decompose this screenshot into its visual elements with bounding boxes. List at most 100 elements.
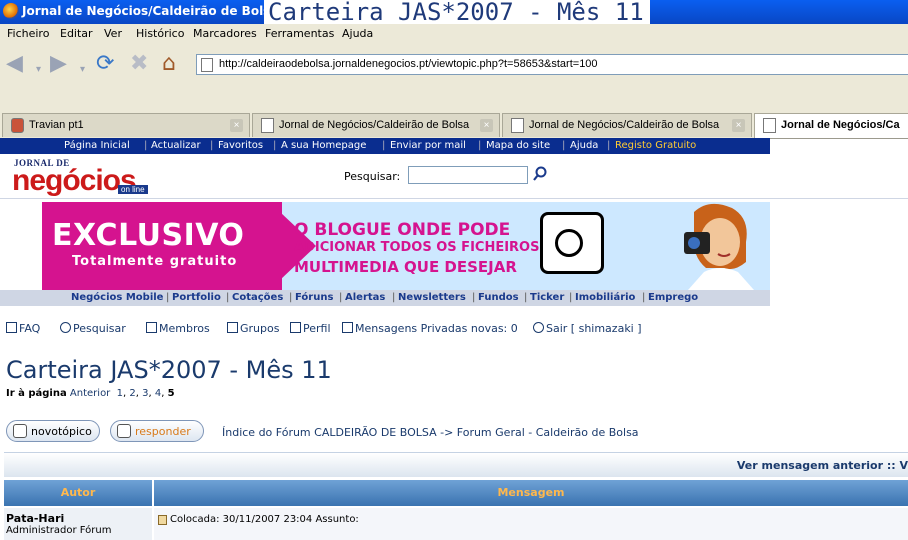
link-newsletters[interactable]: Newsletters <box>398 292 466 303</box>
stop-icon[interactable]: ✖ <box>130 52 148 76</box>
reply-label: responder <box>135 425 191 438</box>
menu-ver[interactable]: Ver <box>104 27 122 40</box>
link-ajuda[interactable]: Ajuda <box>570 140 598 151</box>
magnifier-icon <box>60 322 71 333</box>
previous-message-link[interactable]: Ver mensagem anterior :: V <box>737 459 908 472</box>
search-icon[interactable] <box>532 166 548 182</box>
tab-jornal-active[interactable]: Jornal de Negócios/Ca <box>754 113 908 138</box>
page-link-2[interactable]: 2 <box>129 388 135 399</box>
banner-line-2: ADICIONAR TODOS OS FICHEIROS <box>294 240 540 255</box>
camera-lens <box>555 229 583 257</box>
menu-editar[interactable]: Editar <box>60 27 93 40</box>
pagination: Ir à página Anterior 1, 2, 3, 4, 5 <box>6 388 175 399</box>
page-link-3[interactable]: 3 <box>142 388 148 399</box>
tab-label: Travian pt1 <box>29 119 84 131</box>
link-alertas[interactable]: Alertas <box>345 292 385 303</box>
page-prev-link[interactable]: Anterior <box>70 388 110 399</box>
link-registo-gratuito[interactable]: Registo Gratuito <box>615 140 696 151</box>
groups-icon <box>227 322 238 333</box>
reload-icon[interactable]: ⟳ <box>96 52 114 76</box>
window-title: Jornal de Negócios/Caldeirão de Bolsa - <box>22 4 288 18</box>
close-tab-icon[interactable]: × <box>480 119 493 132</box>
toolbar-spacer <box>0 86 908 110</box>
link-mapa-site[interactable]: Mapa do site <box>486 140 550 151</box>
new-topic-label: novotópico <box>31 425 92 438</box>
new-topic-button[interactable]: novotópico <box>6 420 100 442</box>
title-overlay-text: Carteira JAS*2007 - Mês 11 <box>264 0 650 24</box>
tab-bar: Travian pt1 × Jornal de Negócios/Caldeir… <box>0 110 908 139</box>
nav-members[interactable]: Membros <box>146 322 210 335</box>
notepad-icon <box>117 424 131 438</box>
address-bar[interactable]: http://caldeiraodebolsa.jornaldenegocios… <box>196 54 908 75</box>
page-favicon-icon <box>763 118 776 133</box>
page-current: 5 <box>167 388 175 399</box>
reply-button[interactable]: responder <box>110 420 204 442</box>
search-label: Pesquisar: <box>344 170 401 183</box>
notepad-icon <box>13 424 27 438</box>
link-foruns[interactable]: Fóruns <box>295 292 333 303</box>
link-fundos[interactable]: Fundos <box>478 292 519 303</box>
back-dropdown-icon[interactable]: ▾ <box>36 58 41 82</box>
nav-logout[interactable]: Sair [ shimazaki ] <box>533 322 642 335</box>
nav-faq[interactable]: FAQ <box>6 322 40 335</box>
page-link-4[interactable]: 4 <box>155 388 161 399</box>
link-imobiliario[interactable]: Imobiliário <box>575 292 635 303</box>
search-input[interactable] <box>408 166 528 184</box>
link-portfolio[interactable]: Portfolio <box>172 292 221 303</box>
banner-line-3: MULTIMEDIA QUE DESEJAR <box>294 258 517 276</box>
faq-icon <box>6 322 17 333</box>
nav-private-messages[interactable]: Mensagens Privadas novas: 0 <box>342 322 518 335</box>
nav-groups[interactable]: Grupos <box>227 322 279 335</box>
page-link-1[interactable]: 1 <box>117 388 123 399</box>
link-enviar-mail[interactable]: Enviar por mail <box>390 140 466 151</box>
nav-profile[interactable]: Perfil <box>290 322 331 335</box>
link-negocios-mobile[interactable]: Negócios Mobile <box>71 292 163 303</box>
link-homepage[interactable]: A sua Homepage <box>281 140 366 151</box>
link-actualizar[interactable]: Actualizar <box>151 140 201 151</box>
nav-search[interactable]: Pesquisar <box>60 322 126 335</box>
banner-free-text: Totalmente gratuito <box>72 254 238 269</box>
banner-exclusive-text: EXCLUSIVO <box>52 218 245 253</box>
forward-arrow-icon[interactable]: ▶ <box>50 52 67 76</box>
forward-dropdown-icon[interactable]: ▾ <box>80 58 85 82</box>
nav-search-label: Pesquisar <box>73 322 126 335</box>
link-pagina-inicial[interactable]: Página Inicial <box>64 140 130 151</box>
goto-label: Ir à página <box>6 388 67 399</box>
menu-marcadores[interactable]: Marcadores <box>193 27 257 40</box>
tab-jornal-2[interactable]: Jornal de Negócios/Caldeirão de Bolsa × <box>502 113 752 137</box>
close-tab-icon[interactable]: × <box>732 119 745 132</box>
tab-travian[interactable]: Travian pt1 × <box>2 113 250 137</box>
firefox-icon <box>3 3 19 19</box>
page-icon <box>201 58 213 72</box>
tab-label: Jornal de Negócios/Ca <box>781 119 900 131</box>
address-url: http://caldeiraodebolsa.jornaldenegocios… <box>219 58 598 70</box>
link-ticker[interactable]: Ticker <box>530 292 564 303</box>
link-favoritos[interactable]: Favoritos <box>218 140 263 151</box>
logout-icon <box>533 322 544 333</box>
menu-ajuda[interactable]: Ajuda <box>342 27 373 40</box>
menu-historico[interactable]: Histórico <box>136 27 184 40</box>
tab-jornal-1[interactable]: Jornal de Negócios/Caldeirão de Bolsa × <box>252 113 500 137</box>
link-emprego[interactable]: Emprego <box>648 292 698 303</box>
menu-ferramentas[interactable]: Ferramentas <box>265 27 334 40</box>
link-cotacoes[interactable]: Cotações <box>232 292 283 303</box>
post-author-name[interactable]: Pata-Hari <box>6 512 64 525</box>
logo-online-badge: on line <box>118 185 148 194</box>
members-icon <box>146 322 157 333</box>
author-column-header: Autor <box>4 480 152 506</box>
close-tab-icon[interactable]: × <box>230 119 243 132</box>
home-icon[interactable]: ⌂ <box>162 52 176 76</box>
site-top-links: Página Inicial | Actualizar | Favoritos … <box>0 138 770 154</box>
back-arrow-icon[interactable]: ◀ <box>6 52 23 76</box>
advert-banner[interactable]: EXCLUSIVO Totalmente gratuito O BLOGUE O… <box>42 202 770 290</box>
topic-title: Carteira JAS*2007 - Mês 11 <box>6 356 332 384</box>
breadcrumb[interactable]: Índice do Fórum CALDEIRÃO DE BOLSA -> Fo… <box>222 426 639 439</box>
message-icon <box>342 322 353 333</box>
menu-ficheiro[interactable]: Ficheiro <box>7 27 49 40</box>
person-with-camera-image <box>684 203 754 290</box>
nav-groups-label: Grupos <box>240 322 280 335</box>
nav-pm-label: Mensagens Privadas novas: 0 <box>355 322 518 335</box>
page-favicon-icon <box>261 118 274 133</box>
topic-nav-bar: Ver mensagem anterior :: V <box>4 452 908 477</box>
post-meta: Colocada: 30/11/2007 23:04 Assunto: <box>170 514 359 525</box>
